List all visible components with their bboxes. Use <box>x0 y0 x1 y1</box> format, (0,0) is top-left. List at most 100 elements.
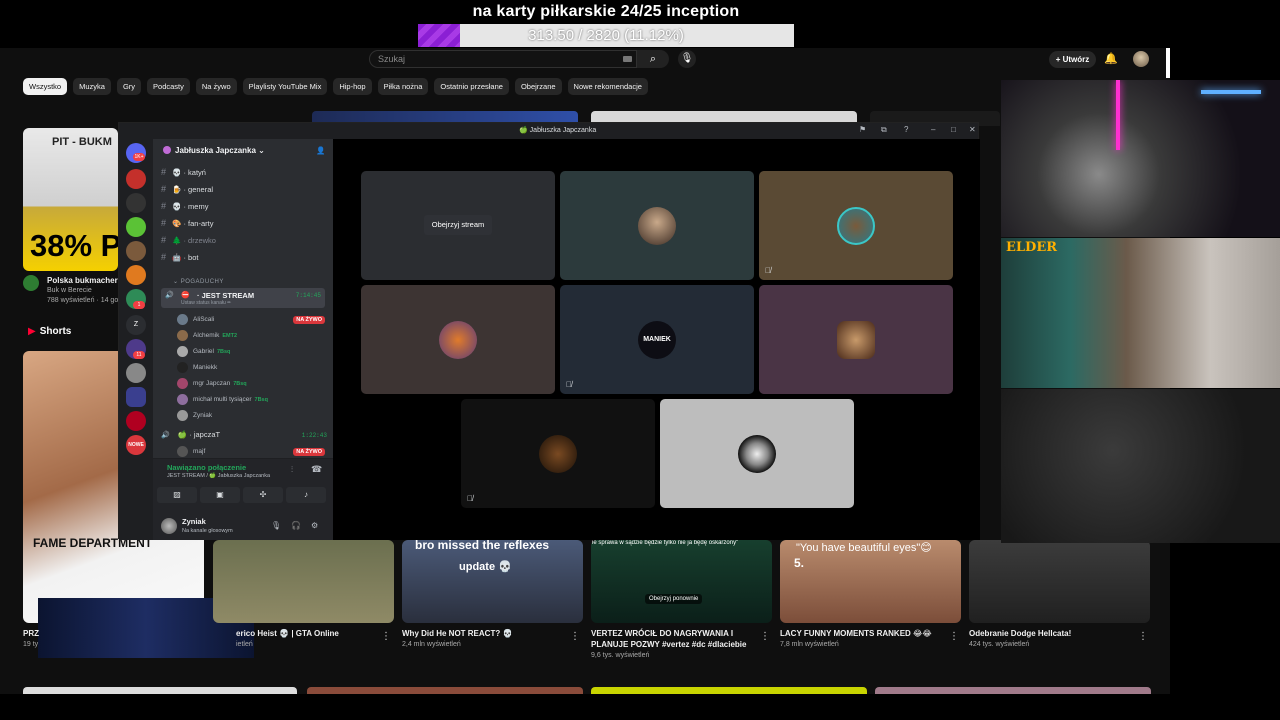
video-channel[interactable]: Buk w Berecie <box>47 287 92 294</box>
activities-button[interactable]: ✣ <box>243 487 283 503</box>
more-options-icon[interactable]: ⋮ <box>1138 631 1148 642</box>
short-title[interactable]: VERTEZ WRÓCIŁ DO NAGRYWANIA I <box>591 629 733 638</box>
participant-tile[interactable] <box>361 285 555 394</box>
voice-member[interactable]: Alchemik EMT2 <box>177 330 237 341</box>
screenshare-button[interactable]: ▣ <box>200 487 240 503</box>
video-title[interactable]: Polska bukmacherk <box>47 276 122 285</box>
disconnect-icon[interactable]: ☎ <box>311 464 322 475</box>
voice-member[interactable]: AliScali <box>177 314 214 325</box>
video-thumbnail-partial[interactable] <box>591 687 867 694</box>
stream-tile[interactable]: Obejrzyj stream <box>361 171 555 280</box>
short-title[interactable]: erico Heist 💀 | GTA Online <box>236 629 339 638</box>
soundboard-button[interactable]: ♪ <box>286 487 326 503</box>
inbox-icon[interactable]: ⚑ <box>859 125 866 134</box>
server-icon[interactable] <box>126 241 146 261</box>
chip[interactable]: Gry <box>116 78 142 95</box>
more-options-icon[interactable]: ⋮ <box>570 631 580 642</box>
video-thumbnail-partial[interactable] <box>875 687 1151 694</box>
scrollbar[interactable] <box>1166 48 1170 78</box>
short-thumbnail[interactable] <box>213 540 394 623</box>
connection-channel[interactable]: JEST STREAM / 🍏 Jabłuszka Japczanka <box>167 473 270 479</box>
channel-status[interactable]: Ustaw status kanału ✏ <box>181 300 231 306</box>
text-channel[interactable]: # 🎨 · fan-arty <box>161 218 213 228</box>
watch-again-button[interactable]: Obejrzyj ponownie <box>645 594 703 604</box>
voice-member[interactable]: majf <box>177 446 205 457</box>
watch-stream-button[interactable]: Obejrzyj stream <box>424 215 492 235</box>
connection-status[interactable]: Nawiązano połączenie <box>167 463 246 472</box>
user-name[interactable]: Zyniak <box>182 517 206 526</box>
search-button[interactable]: ⌕ <box>637 50 669 68</box>
voice-channel[interactable]: 🔊 🍏 · japczaT <box>161 430 220 439</box>
participant-tile[interactable] <box>560 171 754 280</box>
chip[interactable]: Playlisty YouTube Mix <box>242 78 328 95</box>
more-options-icon[interactable]: ⋮ <box>949 631 959 642</box>
participant-tile[interactable]: MANIEK 🎙̸ <box>560 285 754 394</box>
server-icon[interactable] <box>126 217 146 237</box>
keyboard-icon[interactable] <box>623 56 632 62</box>
camera-button[interactable]: ▨ <box>157 487 197 503</box>
participant-tile[interactable] <box>660 399 854 508</box>
add-member-icon[interactable]: 👤 <box>316 146 325 155</box>
settings-gear-icon[interactable]: ⚙ <box>311 521 318 530</box>
new-servers-pill[interactable]: NOWE <box>126 435 146 455</box>
microphone-icon[interactable]: 🎙 <box>271 521 281 530</box>
voice-member[interactable]: mgr Japczan 7Bsq <box>177 378 247 389</box>
short-thumbnail[interactable] <box>591 540 772 623</box>
folder-icon[interactable] <box>126 387 146 407</box>
short-title[interactable]: LACY FUNNY MOMENTS RANKED 😂😂 <box>780 629 932 638</box>
mic-button[interactable]: 🎙 <box>678 50 696 68</box>
server-icon[interactable] <box>126 193 146 213</box>
channel-avatar[interactable] <box>23 275 39 291</box>
chip[interactable]: Ostatnio przesłane <box>434 78 509 95</box>
server-icon[interactable] <box>126 363 146 383</box>
chip[interactable]: Nowe rekomendacje <box>567 78 648 95</box>
text-channel[interactable]: # 💀 · katyń <box>161 167 206 177</box>
participant-tile[interactable]: 🎙̸ <box>759 171 953 280</box>
chip[interactable]: Wszystko <box>23 78 68 95</box>
voice-member[interactable]: Gabriel 7Bsq <box>177 346 230 357</box>
short-title[interactable]: Odebranie Dodge Hellcata! <box>969 629 1071 638</box>
help-icon[interactable]: ? <box>904 125 908 134</box>
create-button[interactable]: + Utwórz <box>1049 51 1096 68</box>
notifications-bell-icon[interactable]: 🔔 <box>1104 52 1118 65</box>
text-channel[interactable]: # 🍺 · general <box>161 184 213 194</box>
voice-member[interactable]: michał multi tysiącer 7Bsq <box>177 394 268 405</box>
popout-icon[interactable]: ⧉ <box>881 125 887 135</box>
channel-category[interactable]: ⌄ POGADUCHY <box>173 278 224 285</box>
server-icon[interactable] <box>126 265 146 285</box>
chip[interactable]: Na żywo <box>195 78 237 95</box>
video-thumbnail-partial[interactable] <box>307 687 583 694</box>
text-channel[interactable]: # 🤖 · bot <box>161 252 198 262</box>
close-icon[interactable]: ✕ <box>969 125 976 134</box>
account-avatar[interactable] <box>1133 51 1149 67</box>
chip[interactable]: Muzyka <box>73 78 111 95</box>
noise-suppression-icon[interactable]: ⫶ <box>291 465 293 475</box>
short-title[interactable]: Why Did He NOT REACT? 💀 <box>402 629 512 638</box>
text-channel[interactable]: # 💀 · memy <box>161 201 208 211</box>
chip[interactable]: Piłka nożna <box>377 78 429 95</box>
short-thumbnail[interactable] <box>402 540 583 623</box>
voice-channel-active[interactable]: 🔊 ⛔ · JEST STREAM Ustaw status kanału ✏ … <box>161 288 325 308</box>
minimize-icon[interactable]: – <box>931 125 935 134</box>
text-channel[interactable]: # 🌲 · drzewko <box>161 235 216 245</box>
short-thumbnail[interactable] <box>969 540 1150 623</box>
short-title[interactable]: PRZ <box>23 629 39 638</box>
server-icon[interactable] <box>126 169 146 189</box>
maximize-icon[interactable]: □ <box>951 125 956 134</box>
more-options-icon[interactable]: ⋮ <box>381 631 391 642</box>
video-thumbnail-partial[interactable] <box>23 687 297 694</box>
voice-member[interactable]: Zyniak <box>177 410 212 421</box>
avatar[interactable] <box>161 518 177 534</box>
server-icon[interactable] <box>126 411 146 431</box>
headphones-icon[interactable]: 🎧 <box>291 521 301 530</box>
guild-name[interactable]: Jabłuszka Japczanka ⌄ <box>175 146 265 155</box>
more-options-icon[interactable]: ⋮ <box>760 631 770 642</box>
short-title-line2[interactable]: PLANUJE POZWY #vertez #dc #dlaciebie <box>591 640 746 649</box>
server-icon[interactable]: Z <box>126 315 146 335</box>
chip[interactable]: Podcasty <box>147 78 190 95</box>
participant-tile[interactable]: 🎙̸ <box>461 399 655 508</box>
chip[interactable]: Hip-hop <box>333 78 372 95</box>
participant-tile[interactable] <box>759 285 953 394</box>
voice-member[interactable]: Maniekk <box>177 362 217 373</box>
search-input[interactable]: Szukaj <box>369 50 637 68</box>
